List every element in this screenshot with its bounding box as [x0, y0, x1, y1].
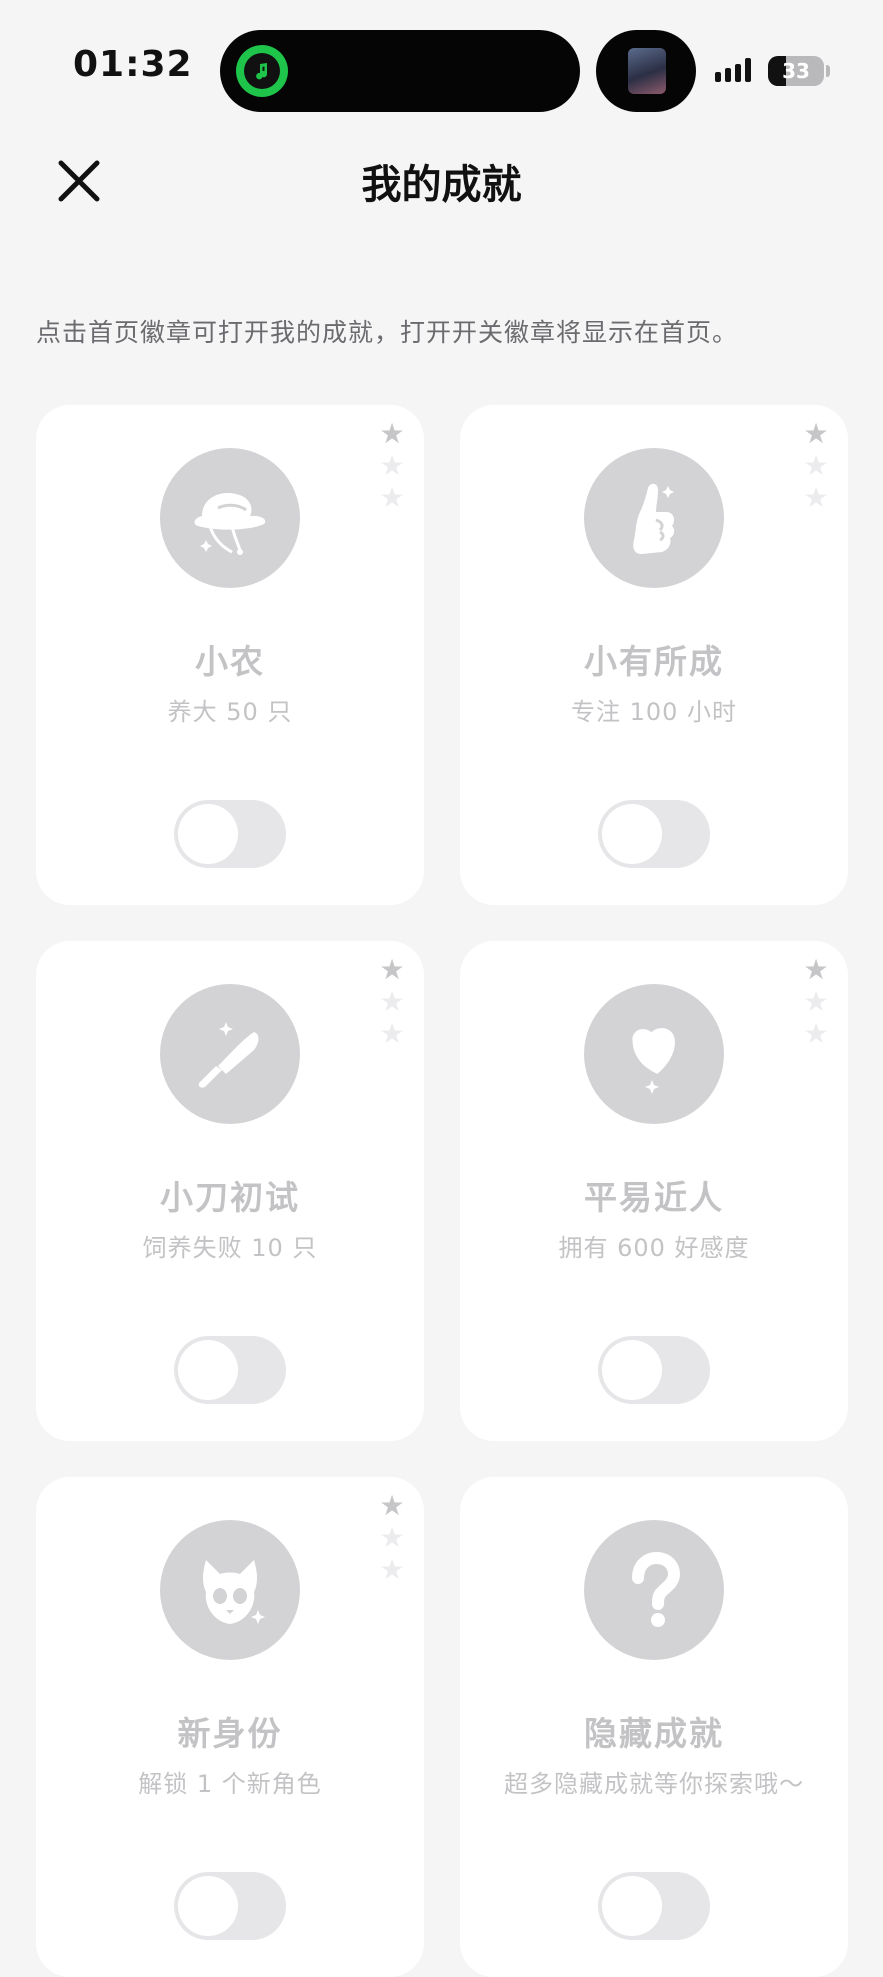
achievement-desc: 饲养失败 10 只 [142, 1234, 318, 1262]
page-title: 我的成就 [361, 162, 522, 208]
star-rating: ★ ★ ★ [378, 419, 406, 513]
signal-icon [715, 58, 751, 82]
toggle-knob [178, 804, 238, 864]
achievement-title: 小农 [195, 642, 265, 681]
star-empty-icon: ★ [803, 449, 829, 482]
star-filled-icon: ★ [379, 1489, 405, 1522]
star-filled-icon: ★ [379, 953, 405, 986]
toggle-knob [178, 1340, 238, 1400]
music-app-icon[interactable] [236, 45, 288, 97]
achievement-desc: 养大 50 只 [167, 698, 293, 726]
star-rating: ★ ★ ★ [378, 955, 406, 1049]
achievement-title: 平易近人 [584, 1178, 724, 1217]
achievement-grid: ★ ★ ★ 小农 养大 50 只 ★ ★ ★ 小有所成 专注 100 小时 ★ … [36, 405, 848, 1977]
star-rating: ★ ★ ★ [802, 955, 830, 1049]
achievement-card[interactable]: ★ ★ ★ 平易近人 拥有 600 好感度 [460, 941, 848, 1441]
achievement-card[interactable]: ★ ★ ★ 新身份 解锁 1 个新角色 [36, 1477, 424, 1977]
battery-tip [826, 65, 830, 77]
achievement-card[interactable]: ★ ★ ★ 小农 养大 50 只 [36, 405, 424, 905]
battery-icon: 33 [768, 56, 824, 86]
farmer-hat-icon [160, 448, 300, 588]
now-playing-island[interactable] [596, 30, 696, 112]
star-filled-icon: ★ [803, 953, 829, 986]
achievement-title: 新身份 [177, 1714, 283, 1753]
display-toggle[interactable] [174, 1872, 286, 1940]
knife-icon [160, 984, 300, 1124]
star-rating: ★ ★ ★ [378, 1491, 406, 1585]
question-mark-icon [584, 1520, 724, 1660]
achievement-desc: 拥有 600 好感度 [558, 1234, 750, 1262]
display-toggle[interactable] [174, 800, 286, 868]
cat-face-icon [160, 1520, 300, 1660]
achievement-title: 小有所成 [584, 642, 724, 681]
status-bar: 01:32 33 [0, 0, 883, 120]
display-toggle[interactable] [174, 1336, 286, 1404]
album-art-icon [628, 48, 666, 94]
dynamic-island[interactable] [220, 30, 580, 112]
achievement-title: 隐藏成就 [584, 1714, 724, 1753]
star-empty-icon: ★ [379, 985, 405, 1018]
toggle-knob [602, 1340, 662, 1400]
star-filled-icon: ★ [379, 417, 405, 450]
heart-icon [584, 984, 724, 1124]
display-toggle[interactable] [598, 800, 710, 868]
achievement-desc: 解锁 1 个新角色 [138, 1770, 322, 1798]
toggle-knob [602, 1876, 662, 1936]
intro-text: 点击首页徽章可打开我的成就，打开开关徽章将显示在首页。 [36, 318, 739, 347]
display-toggle[interactable] [598, 1872, 710, 1940]
achievement-desc: 超多隐藏成就等你探索哦～ [504, 1770, 804, 1798]
star-empty-icon: ★ [379, 1017, 405, 1050]
star-filled-icon: ★ [803, 417, 829, 450]
star-empty-icon: ★ [379, 1521, 405, 1554]
achievement-card[interactable]: ★ ★ ★ 小刀初试 饲养失败 10 只 [36, 941, 424, 1441]
achievement-card[interactable]: ★ ★ ★ 小有所成 专注 100 小时 [460, 405, 848, 905]
star-empty-icon: ★ [803, 1017, 829, 1050]
thumbs-up-icon [584, 448, 724, 588]
display-toggle[interactable] [598, 1336, 710, 1404]
star-empty-icon: ★ [379, 449, 405, 482]
achievement-title: 小刀初试 [160, 1178, 300, 1217]
toggle-knob [178, 1876, 238, 1936]
star-empty-icon: ★ [379, 1553, 405, 1586]
star-empty-icon: ★ [379, 481, 405, 514]
toggle-knob [602, 804, 662, 864]
star-empty-icon: ★ [803, 481, 829, 514]
status-time: 01:32 [73, 44, 193, 85]
star-empty-icon: ★ [803, 985, 829, 1018]
star-rating: ★ ★ ★ [802, 419, 830, 513]
achievement-desc: 专注 100 小时 [570, 698, 738, 726]
achievement-card[interactable]: 隐藏成就 超多隐藏成就等你探索哦～ [460, 1477, 848, 1977]
battery-level: 33 [782, 59, 810, 83]
